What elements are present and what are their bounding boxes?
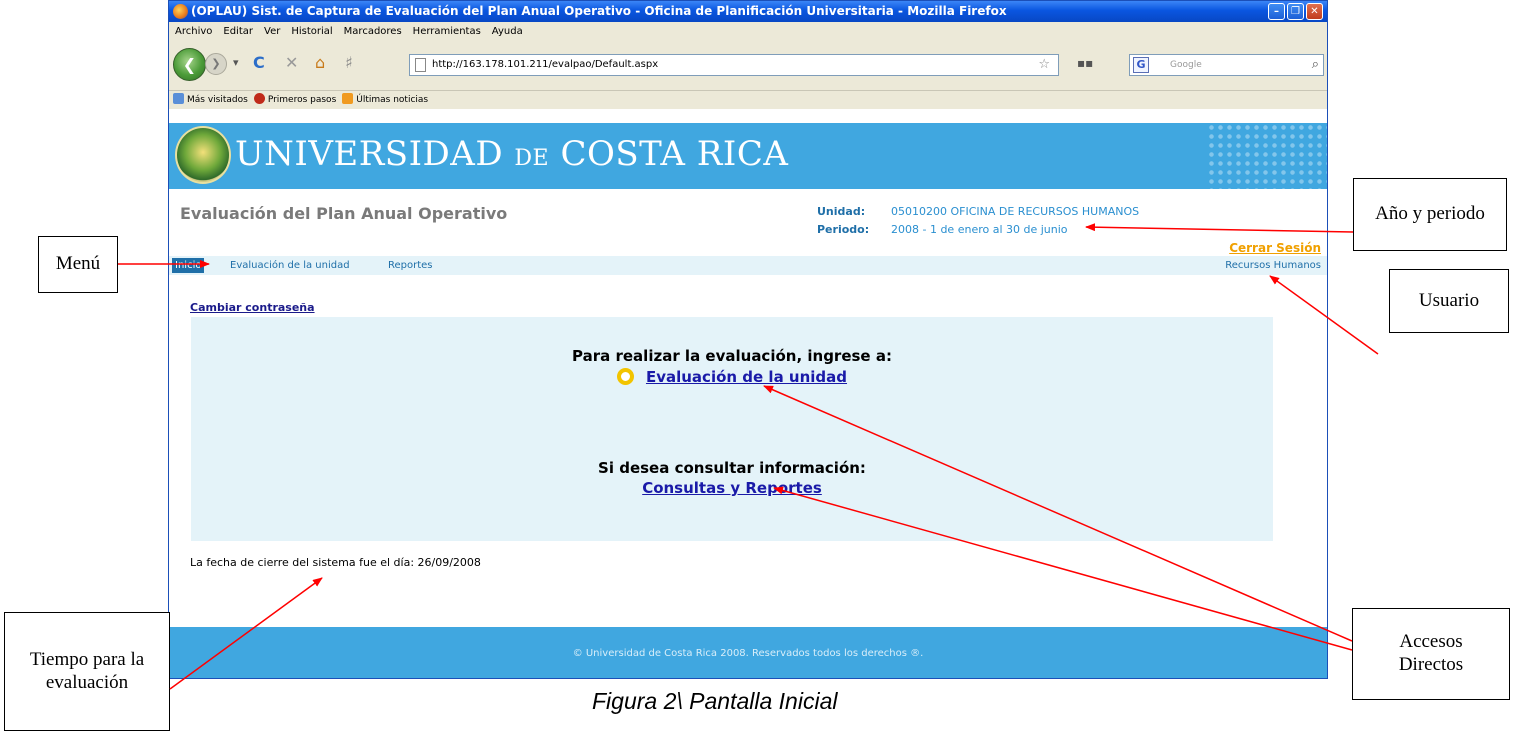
bookmark-mas-visitados[interactable]: Más visitados [173,91,248,109]
url-bar[interactable]: http://163.178.101.211/evalpao/Default.a… [409,54,1059,76]
bullet-circle-icon [616,368,634,385]
folder-icon [173,93,184,104]
menu-herramientas[interactable]: Herramientas [413,22,481,41]
menu-evaluacion-unidad[interactable]: Evaluación de la unidad [230,256,350,275]
unit-label: Unidad: [817,205,866,218]
banner-dot-pattern [1207,123,1327,189]
change-password-link[interactable]: Cambiar contraseña [190,301,315,314]
banner-word-costa-rica: COSTA RICA [560,134,789,174]
bookmark-label: Últimas noticias [356,95,429,105]
bookmark-ultimas-noticias[interactable]: Últimas noticias [342,91,428,109]
browser-window: (OPLAU) Sist. de Captura de Evaluación d… [168,0,1328,679]
page-footer: © Universidad de Costa Rica 2008. Reserv… [169,627,1327,678]
home-icon[interactable]: ⌂ [315,53,325,73]
bookmark-bell-icon[interactable]: ♯ [345,53,353,73]
close-button[interactable]: ✕ [1306,3,1323,20]
menu-reportes[interactable]: Reportes [388,256,433,275]
firefox-bookmark-icon [253,93,265,104]
back-button[interactable]: ❮ [173,48,206,81]
menu-ver[interactable]: Ver [264,22,280,41]
banner-word-de: DE [514,146,550,171]
menu-historial[interactable]: Historial [291,22,332,41]
reports-link[interactable]: Consultas y Reportes [191,479,1273,497]
menu-marcadores[interactable]: Marcadores [344,22,402,41]
browser-menubar: Archivo Editar Ver Historial Marcadores … [169,22,1327,41]
university-name: UNIVERSIDAD DE COSTA RICA [235,134,788,174]
google-icon[interactable]: G [1133,57,1149,73]
period-label: Periodo: [817,223,870,236]
main-menu: Inicio Evaluación de la unidad Reportes … [169,256,1327,275]
evaluation-heading: Para realizar la evaluación, ingrese a: [572,347,892,365]
search-icon[interactable]: ⌕ [1312,55,1319,75]
consult-heading: Si desea consultar información: [598,459,866,477]
university-seal-logo [175,126,231,184]
history-dropdown-icon[interactable]: ▾ [233,53,239,73]
maximize-button[interactable]: ❐ [1287,3,1304,20]
evaluation-link[interactable]: Evaluación de la unidad [646,368,847,386]
star-icon[interactable]: ☆ [1038,55,1050,75]
addon-icon[interactable]: ▪▪ [1077,53,1093,73]
reload-icon[interactable]: C [253,53,265,73]
unit-value: 05010200 OFICINA DE RECURSOS HUMANOS [891,205,1140,218]
url-text: http://163.178.101.211/evalpao/Default.a… [432,59,659,70]
page-icon [415,58,426,72]
closing-date-text: La fecha de cierre del sistema fue el dí… [190,556,481,569]
bookmark-label: Más visitados [187,95,248,105]
callout-menu: Menú [38,236,118,293]
bookmarks-toolbar: Más visitados Primeros pasos Últimas not… [169,91,1327,109]
logout-link[interactable]: Cerrar Sesión [1229,241,1321,255]
search-placeholder: Google [1170,60,1202,70]
figure-stage: (OPLAU) Sist. de Captura de Evaluación d… [0,0,1516,731]
unit-period-info: Unidad: 05010200 OFICINA DE RECURSOS HUMA… [817,203,1139,239]
rss-icon [342,93,354,104]
menu-archivo[interactable]: Archivo [175,22,212,41]
minimize-button[interactable]: – [1268,3,1285,20]
stop-icon[interactable]: ✕ [285,53,298,73]
page-content: UNIVERSIDAD DE COSTA RICA Evaluación del… [169,109,1327,678]
callout-user: Usuario [1389,269,1509,333]
header-banner: UNIVERSIDAD DE COSTA RICA [169,123,1327,189]
forward-button[interactable]: ❯ [205,53,227,75]
shortcuts-panel: Para realizar la evaluación, ingrese a: … [191,317,1273,541]
banner-word-universidad: UNIVERSIDAD [235,134,504,174]
menu-ayuda[interactable]: Ayuda [492,22,523,41]
figure-caption: Figura 2\ Pantalla Inicial [592,688,838,714]
callout-year-period: Año y periodo [1353,178,1507,251]
period-value: 2008 - 1 de enero al 30 de junio [891,223,1068,236]
bookmark-primeros-pasos[interactable]: Primeros pasos [253,91,337,109]
evaluation-shortcut: Evaluación de la unidad [191,368,1273,386]
user-name: Recursos Humanos [1225,260,1321,271]
menu-editar[interactable]: Editar [223,22,253,41]
app-title: Evaluación del Plan Anual Operativo [180,204,508,223]
search-box[interactable]: G Google ⌕ [1129,54,1324,76]
window-controls: – ❐ ✕ [1268,3,1323,20]
navigation-toolbar: ❮ ❯ ▾ C ✕ ⌂ ♯ http://163.178.101.211/eva… [169,41,1327,91]
window-title: (OPLAU) Sist. de Captura de Evaluación d… [191,4,1007,18]
menu-inicio[interactable]: Inicio [172,258,205,273]
firefox-icon [173,4,188,19]
window-titlebar: (OPLAU) Sist. de Captura de Evaluación d… [169,1,1327,22]
callout-shortcuts: Accesos Directos [1352,608,1510,700]
bookmark-label: Primeros pasos [267,95,337,105]
callout-time: Tiempo para la evaluación [4,612,170,731]
